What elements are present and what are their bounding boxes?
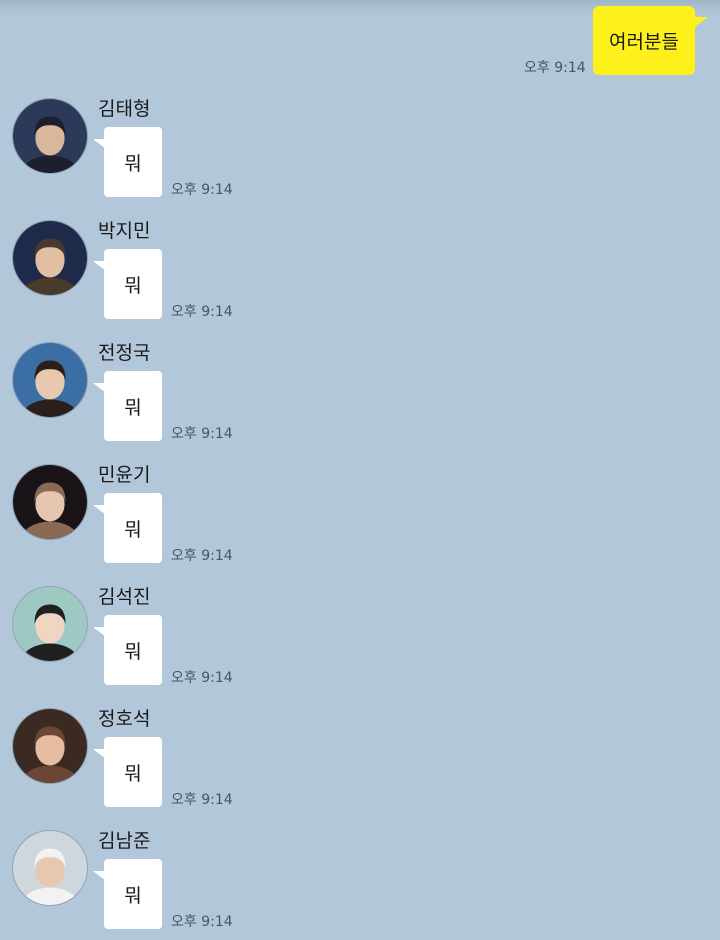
sender-name: 박지민 (98, 220, 151, 242)
profile-avatar[interactable] (12, 708, 88, 784)
avatar-photo (13, 831, 87, 905)
avatar-photo (13, 465, 87, 539)
message-bubble[interactable]: 뭐 (104, 737, 162, 807)
incoming-message: 전정국 뭐 오후 9:14 (0, 342, 720, 452)
profile-avatar[interactable] (12, 586, 88, 662)
incoming-message: 김석진 뭐 오후 9:14 (0, 586, 720, 696)
avatar-photo (13, 709, 87, 783)
profile-avatar[interactable] (12, 830, 88, 906)
sender-name: 김남준 (98, 830, 151, 852)
message-bubble[interactable]: 뭐 (104, 493, 162, 563)
message-bubble[interactable]: 뭐 (104, 859, 162, 929)
message-text: 뭐 (124, 518, 142, 541)
message-time: 오후 9:14 (171, 182, 233, 198)
message-bubble[interactable]: 뭐 (104, 127, 162, 197)
message-text: 뭐 (124, 152, 142, 175)
sender-name: 민윤기 (98, 464, 151, 486)
incoming-message: 김남준 뭐 오후 9:14 (0, 830, 720, 940)
avatar-photo (13, 587, 87, 661)
sender-name: 정호석 (98, 708, 151, 730)
avatar-photo (13, 99, 87, 173)
message-time: 오후 9:14 (171, 792, 233, 808)
avatar-photo (13, 343, 87, 417)
profile-avatar[interactable] (12, 342, 88, 418)
message-bubble[interactable]: 뭐 (104, 371, 162, 441)
message-time: 오후 9:14 (171, 914, 233, 930)
message-text: 뭐 (124, 396, 142, 419)
incoming-message: 김태형 뭐 오후 9:14 (0, 98, 720, 208)
message-text: 뭐 (124, 762, 142, 785)
message-text: 뭐 (124, 884, 142, 907)
message-text: 뭐 (124, 274, 142, 297)
incoming-message: 박지민 뭐 오후 9:14 (0, 220, 720, 330)
profile-avatar[interactable] (12, 98, 88, 174)
avatar-photo (13, 221, 87, 295)
profile-avatar[interactable] (12, 464, 88, 540)
sender-name: 김태형 (98, 98, 151, 120)
sender-name: 김석진 (98, 586, 151, 608)
message-time: 오후 9:14 (171, 426, 233, 442)
incoming-message: 정호석 뭐 오후 9:14 (0, 708, 720, 818)
message-time: 오후 9:14 (171, 304, 233, 320)
outgoing-message-time: 오후 9:14 (524, 60, 586, 76)
outgoing-message-text: 여러분들 (609, 31, 679, 53)
incoming-message: 민윤기 뭐 오후 9:14 (0, 464, 720, 574)
message-time: 오후 9:14 (171, 670, 233, 686)
message-time: 오후 9:14 (171, 548, 233, 564)
sender-name: 전정국 (98, 342, 151, 364)
message-bubble[interactable]: 뭐 (104, 615, 162, 685)
message-bubble[interactable]: 뭐 (104, 249, 162, 319)
profile-avatar[interactable] (12, 220, 88, 296)
message-text: 뭐 (124, 640, 142, 663)
outgoing-message-bubble[interactable]: 여러분들 (593, 6, 695, 75)
